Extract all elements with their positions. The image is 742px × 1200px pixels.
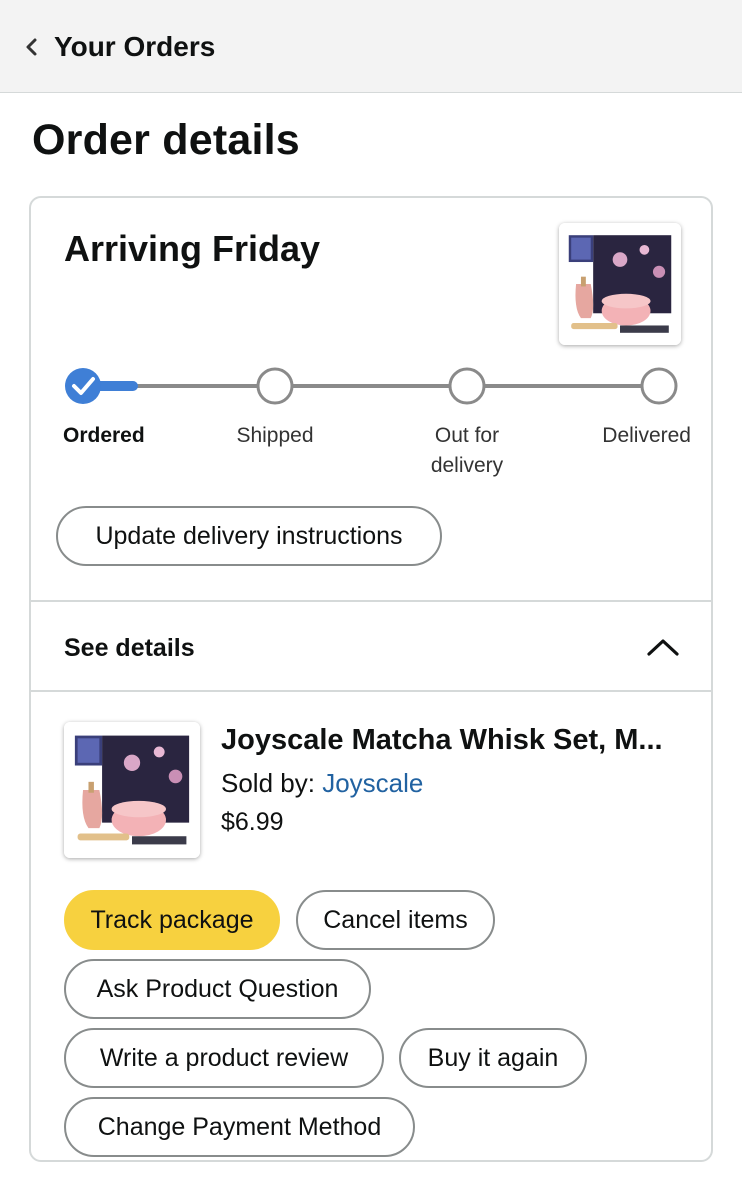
progress-bar (65, 367, 678, 405)
see-details-toggle[interactable]: See details (31, 602, 711, 692)
chevron-up-icon (647, 639, 679, 656)
delivery-status-heading: Arriving Friday (64, 228, 321, 269)
page-title: Order details (32, 116, 300, 164)
track-package-button[interactable]: Track package (64, 890, 280, 950)
step-label-shipped: Shipped (236, 424, 314, 447)
step-delivered-circle-icon (640, 367, 678, 405)
product-image (559, 223, 681, 345)
product-image (64, 722, 200, 858)
sold-by-prefix: Sold by: (221, 768, 315, 798)
shipment-progress-tracker: Ordered Shipped Out for delivery Deliver… (31, 366, 715, 486)
step-label-ordered: Ordered (63, 424, 145, 447)
seller-link[interactable]: Joyscale (322, 768, 423, 798)
ask-product-question-button[interactable]: Ask Product Question (64, 959, 371, 1019)
order-card: Arriving Friday Ordered Shipped Out for … (29, 196, 713, 1162)
update-delivery-instructions-button[interactable]: Update delivery instructions (56, 506, 442, 566)
write-review-button[interactable]: Write a product review (64, 1028, 384, 1088)
chevron-left-icon (26, 38, 37, 56)
step-label-out-for-delivery: Out for delivery (430, 424, 504, 477)
step-ordered-check-icon (65, 368, 101, 404)
step-shipped-circle-icon (256, 367, 294, 405)
see-details-label: See details (64, 634, 195, 662)
buy-it-again-button[interactable]: Buy it again (399, 1028, 587, 1088)
product-image-large[interactable] (64, 722, 200, 858)
step-out-for-delivery-circle-icon (448, 367, 486, 405)
back-label: Your Orders (54, 31, 216, 62)
product-thumbnail[interactable] (559, 223, 681, 345)
sold-by: Sold by: Joyscale (221, 768, 423, 799)
change-payment-method-button[interactable]: Change Payment Method (64, 1097, 415, 1157)
step-label-delivered: Delivered (602, 424, 691, 447)
back-to-orders-link[interactable]: Your Orders (24, 30, 215, 64)
product-title-link[interactable]: Joyscale Matcha Whisk Set, M... (221, 724, 691, 757)
divider (31, 690, 711, 692)
cancel-items-button[interactable]: Cancel items (296, 890, 495, 950)
item-price: $6.99 (221, 808, 284, 836)
top-bar: Your Orders (0, 0, 742, 93)
